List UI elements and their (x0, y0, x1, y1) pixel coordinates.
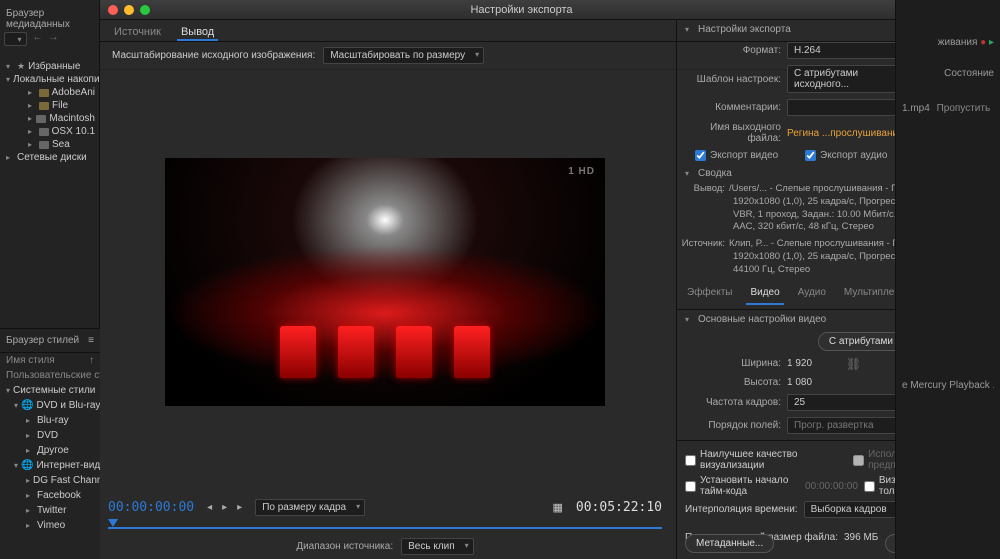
style-name-label: Имя стиля (6, 355, 55, 366)
timecode-in[interactable]: 00:00:00:00 (108, 500, 194, 515)
local-drives-node[interactable]: ▾Локальные накопи (0, 73, 99, 86)
metadata-button[interactable]: Метаданные... (685, 534, 774, 553)
style-item[interactable]: ▸DG Fast Channe (0, 473, 100, 488)
style-group[interactable]: ▾🌐DVD и Blu-ray (0, 398, 100, 413)
width-value[interactable]: 1 920 (787, 358, 812, 369)
set-timecode-checkbox[interactable]: Установить начало тайм-кода (685, 475, 799, 497)
style-item[interactable]: ▸Другое (0, 443, 100, 458)
source-range-select[interactable]: Весь клип (401, 538, 474, 555)
panel-menu-icon[interactable]: ≡ (88, 335, 94, 346)
media-filter-select[interactable] (4, 32, 27, 46)
scale-label: Масштабирование исходного изображения: (112, 50, 315, 61)
style-item[interactable]: ▸Blu-ray (0, 413, 100, 428)
style-item[interactable]: ▸Facebook (0, 488, 100, 503)
tree-item[interactable]: ▸AdobeAni (0, 86, 99, 99)
record-icon[interactable]: ● (980, 37, 986, 48)
close-icon[interactable] (108, 5, 118, 15)
queue-file[interactable]: 1.mp4 (902, 103, 930, 114)
export-dialog: Настройки экспорта Источник Вывод Масшта… (100, 0, 895, 559)
style-group[interactable]: ▾🌐Интернет-виде (0, 458, 100, 473)
queue-panel: живания ● ▸ Состояние 1.mp4 Пропустить e… (895, 0, 1000, 559)
subtab-audio[interactable]: Аудио (794, 285, 830, 305)
time-interp-label: Интерполяция времени: (685, 504, 798, 515)
scale-select[interactable]: Масштабировать по размеру (323, 47, 484, 64)
best-quality-checkbox[interactable]: Наилучшее качество визуализации (685, 449, 847, 471)
export-video-checkbox[interactable]: Экспорт видео (695, 150, 791, 161)
media-browser-title: Браузер медиаданных (0, 0, 99, 36)
play-icon[interactable]: ▸ (219, 500, 230, 515)
system-styles-node[interactable]: ▾Системные стили (0, 383, 100, 398)
tab-output[interactable]: Вывод (177, 24, 218, 41)
playhead-icon[interactable] (108, 519, 118, 527)
time-interp-select[interactable]: Выборка кадров (804, 501, 906, 518)
height-value[interactable]: 1 080 (787, 377, 812, 388)
titlebar: Настройки экспорта (100, 0, 895, 20)
export-audio-checkbox[interactable]: Экспорт аудио (805, 150, 901, 161)
tree-item[interactable]: ▸File (0, 99, 99, 112)
minimize-icon[interactable] (124, 5, 134, 15)
favorites-node[interactable]: ▾★Избранные (0, 60, 99, 73)
tree-item[interactable]: ▸OSX 10.1 (0, 125, 99, 138)
start-tc-value: 00:00:00:00 (805, 481, 858, 492)
style-item[interactable]: ▸DVD (0, 428, 100, 443)
link-dimensions-icon[interactable]: ⛓ (842, 357, 865, 371)
status-header: Состояние (902, 65, 994, 82)
style-item[interactable]: ▸Vimeo (0, 518, 100, 533)
step-back-icon[interactable]: ◂ (204, 500, 215, 515)
styles-panel: Браузер стилей≡ Имя стиля ↑ Пользователь… (0, 328, 100, 559)
subtab-video[interactable]: Видео (746, 285, 783, 305)
style-item[interactable]: ▸Twitter (0, 503, 100, 518)
window-title: Настройки экспорта (156, 4, 887, 16)
preview-frame[interactable]: 1 HD (165, 158, 605, 406)
source-range-label: Диапазон источника: (296, 541, 393, 552)
forward-icon[interactable]: → (49, 32, 59, 46)
skip-link[interactable]: Пропустить (937, 103, 991, 114)
zoom-fit-select[interactable]: По размеру кадра (255, 499, 365, 516)
subtab-effects[interactable]: Эффекты (683, 285, 736, 305)
back-icon[interactable]: ← (33, 32, 43, 46)
renderer-label: e Mercury Playback ... (902, 377, 994, 394)
play-queue-icon[interactable]: ▸ (989, 37, 994, 48)
step-fwd-icon[interactable]: ▸ (234, 500, 245, 515)
tree-item[interactable]: ▸Macintosh (0, 112, 99, 125)
network-drives-node[interactable]: ▸Сетевые диски (0, 151, 99, 164)
zoom-icon[interactable] (140, 5, 150, 15)
timeline-scrubber[interactable] (108, 523, 662, 533)
preview-area: 1 HD 00:00:00:00 ◂ ▸ ▸ По размеру кадра … (100, 68, 670, 559)
timecode-out[interactable]: 00:05:22:10 (576, 500, 662, 515)
styles-title: Браузер стилей (6, 335, 79, 346)
safe-margins-icon[interactable]: ▦ (550, 499, 566, 516)
tree-item[interactable]: ▸Sea (0, 138, 99, 151)
tab-source[interactable]: Источник (110, 24, 165, 41)
channel-watermark: 1 HD (568, 166, 595, 177)
